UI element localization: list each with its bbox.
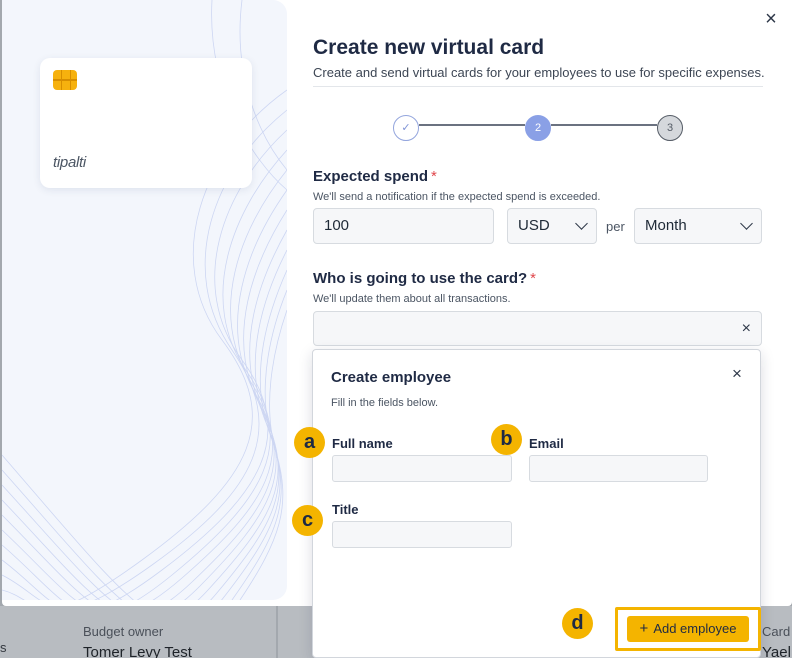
card-holder-name: Yael bbox=[762, 644, 791, 658]
add-employee-label: Add employee bbox=[653, 621, 737, 636]
full-name-input[interactable] bbox=[332, 455, 512, 482]
close-popover-icon[interactable]: × bbox=[732, 364, 742, 384]
currency-select[interactable]: USD bbox=[507, 208, 597, 244]
card-user-select[interactable]: × bbox=[313, 311, 762, 346]
card-label: Card bbox=[762, 624, 791, 639]
callout-badge-a: a bbox=[294, 427, 325, 458]
plus-icon: + bbox=[639, 620, 649, 637]
step-2: 2 bbox=[525, 115, 551, 141]
step-3: 3 bbox=[657, 115, 683, 141]
header-divider bbox=[313, 86, 763, 87]
period-select[interactable]: Month bbox=[634, 208, 762, 244]
chevron-down-icon bbox=[575, 217, 588, 230]
card-user-label: Who is going to use the card? * bbox=[313, 270, 536, 287]
stepper-connector-1 bbox=[419, 124, 525, 126]
create-employee-subtitle: Fill in the fields below. bbox=[331, 397, 438, 409]
full-name-label: Full name bbox=[332, 436, 393, 451]
create-employee-title: Create employee bbox=[331, 369, 452, 386]
budget-owner-name: Tomer Levy Test bbox=[83, 644, 192, 658]
step-1-check-icon[interactable]: ✓ bbox=[393, 115, 419, 141]
modal-illustration-panel: tipalti bbox=[2, 0, 287, 600]
amount-value: 100 bbox=[324, 217, 350, 234]
background-left-text: s bbox=[0, 640, 7, 655]
email-input[interactable] bbox=[529, 455, 708, 482]
expected-spend-help: We'll send a notification if the expecte… bbox=[313, 191, 601, 203]
required-mark: * bbox=[530, 270, 537, 287]
card-chip-icon bbox=[53, 70, 77, 90]
budget-owner-label: Budget owner bbox=[83, 624, 164, 639]
tipalti-logo: tipalti bbox=[53, 154, 86, 171]
add-employee-button[interactable]: + Add employee bbox=[627, 616, 749, 642]
title-label: Title bbox=[332, 502, 359, 517]
modal-title: Create new virtual card bbox=[313, 36, 545, 59]
email-label: Email bbox=[529, 436, 564, 451]
card-user-help: We'll update them about all transactions… bbox=[313, 293, 511, 305]
chevron-down-icon bbox=[740, 217, 753, 230]
period-value: Month bbox=[645, 217, 687, 234]
stepper-connector-2 bbox=[551, 124, 657, 126]
currency-value: USD bbox=[518, 217, 550, 234]
expected-spend-label: Expected spend * bbox=[313, 168, 437, 185]
expected-spend-label-text: Expected spend bbox=[313, 168, 429, 185]
create-employee-popover: Create employee Fill in the fields below… bbox=[312, 349, 761, 658]
callout-badge-b: b bbox=[491, 424, 522, 455]
virtual-card-preview: tipalti bbox=[40, 58, 252, 188]
modal-subtitle: Create and send virtual cards for your e… bbox=[313, 65, 765, 80]
expected-spend-amount-input[interactable]: 100 bbox=[313, 208, 494, 244]
callout-badge-d: d bbox=[562, 608, 593, 639]
close-modal-icon[interactable]: × bbox=[760, 8, 782, 30]
per-label: per bbox=[606, 219, 625, 234]
title-input[interactable] bbox=[332, 521, 512, 548]
required-mark: * bbox=[431, 168, 437, 185]
clear-selection-icon[interactable]: × bbox=[742, 312, 751, 346]
callout-badge-c: c bbox=[292, 505, 323, 536]
card-user-label-text: Who is going to use the card? bbox=[313, 270, 528, 287]
